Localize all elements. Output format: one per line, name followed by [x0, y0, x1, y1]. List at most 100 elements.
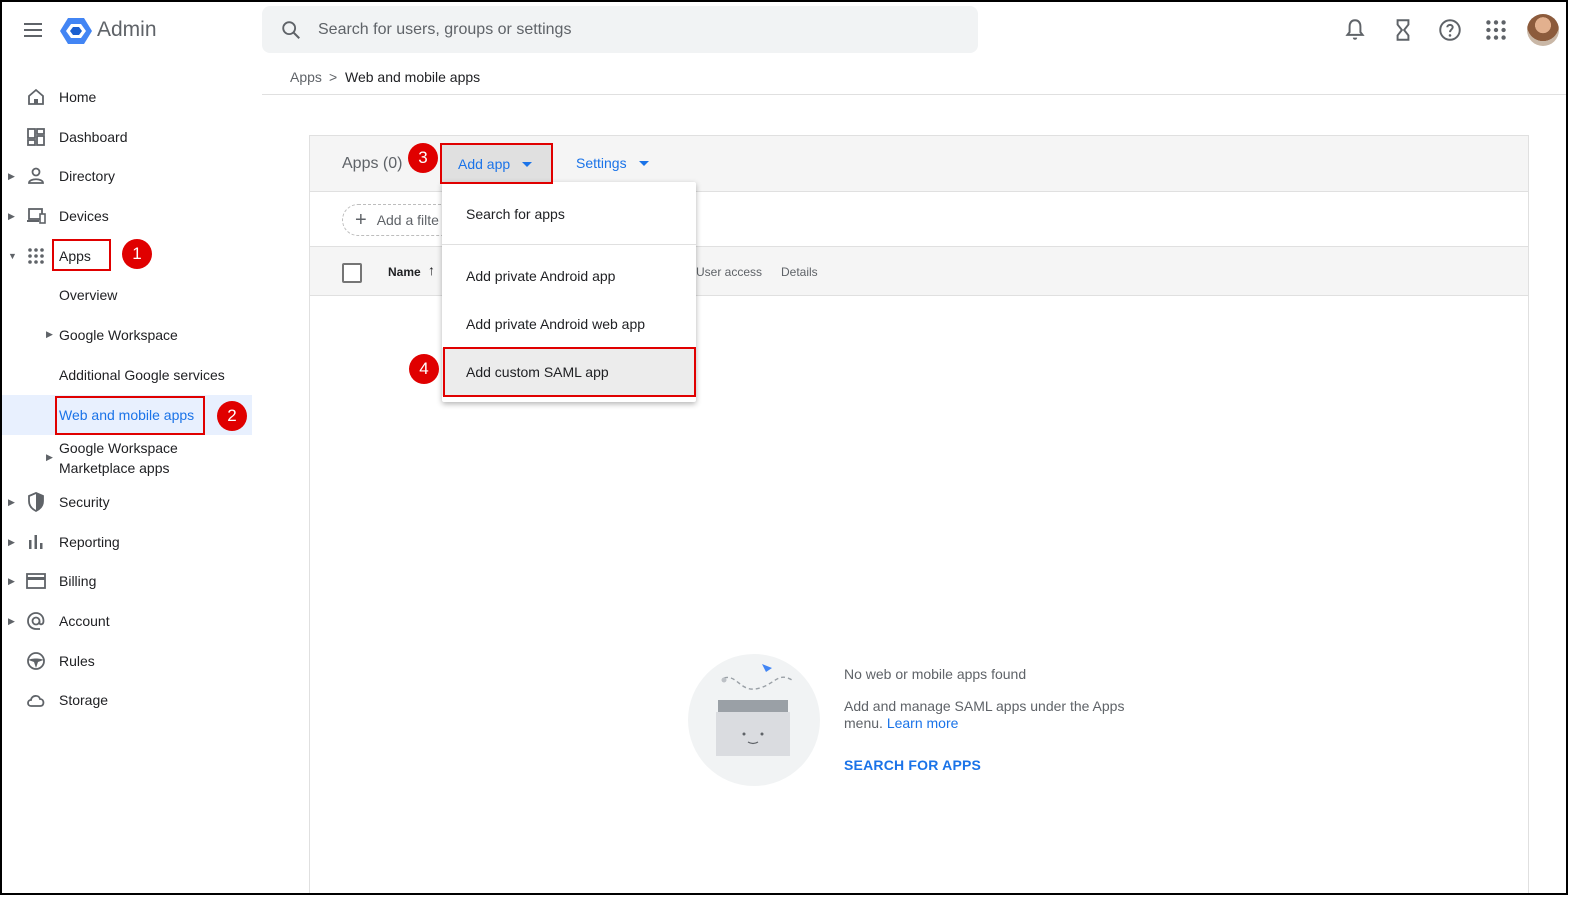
sidebar-item-label: Web and mobile apps	[59, 407, 195, 423]
menu-item-add-private-android-web-app[interactable]: Add private Android web app	[442, 300, 696, 348]
app-title: Admin	[97, 18, 157, 41]
column-header-name[interactable]: Name	[388, 265, 421, 279]
sidebar-item-label-line2: Marketplace apps	[59, 460, 170, 476]
column-header-details[interactable]: Details	[781, 265, 818, 279]
settings-button[interactable]: Settings	[576, 155, 649, 171]
expand-arrow-icon[interactable]: ▶	[46, 452, 53, 463]
apps-grid-icon[interactable]	[1483, 17, 1509, 43]
sidebar-item-home[interactable]: Home	[2, 79, 252, 115]
sidebar-item-label: Home	[59, 89, 97, 105]
sidebar-item-directory[interactable]: ▶ Directory	[2, 158, 252, 194]
annotation-badge-2: 2	[217, 401, 247, 431]
at-sign-icon	[27, 612, 45, 630]
bell-icon[interactable]	[1342, 17, 1368, 43]
sidebar-item-label: Dashboard	[59, 129, 128, 145]
sidebar-item-label: Billing	[59, 573, 97, 589]
sidebar-item-label: Devices	[59, 208, 109, 224]
expand-arrow-icon[interactable]: ▶	[8, 171, 15, 182]
add-filter-label: Add a filte	[376, 212, 439, 228]
add-app-label: Add app	[458, 156, 511, 172]
sidebar-item-rules[interactable]: Rules	[2, 643, 252, 679]
sidebar-subitem-web-mobile-apps[interactable]: Web and mobile apps	[2, 407, 252, 427]
add-app-dropdown-menu: Search for apps Add private Android app …	[442, 182, 696, 402]
bar-chart-icon	[29, 535, 43, 549]
apps-grid-icon	[28, 248, 44, 264]
collapse-arrow-icon[interactable]: ▼	[8, 251, 17, 261]
empty-state-description: Add and manage SAML apps under the Apps …	[844, 698, 1134, 732]
dropdown-caret-icon	[638, 160, 649, 166]
sidebar-item-billing[interactable]: ▶ Billing	[2, 563, 252, 599]
search-bar	[262, 6, 978, 53]
dashboard-icon	[27, 128, 45, 146]
search-icon	[282, 21, 300, 39]
admin-window: Admin Home	[0, 0, 1568, 895]
sidebar-subitem-overview[interactable]: Overview	[2, 287, 252, 307]
search-input[interactable]	[318, 6, 958, 53]
help-icon[interactable]	[1437, 17, 1463, 43]
sidebar-item-label: Overview	[59, 287, 118, 303]
annotation-badge-4: 4	[409, 354, 439, 384]
select-all-checkbox[interactable]	[342, 263, 362, 283]
hamburger-menu-icon[interactable]	[20, 18, 46, 42]
sidebar-item-label: Google Workspace	[59, 327, 178, 343]
avatar[interactable]	[1527, 14, 1559, 46]
header-divider	[262, 94, 1566, 95]
sort-arrow-icon[interactable]: ↑	[428, 262, 435, 278]
menu-divider	[442, 244, 696, 245]
sidebar-item-label: Additional Google services	[59, 367, 225, 383]
person-icon	[28, 167, 44, 184]
cloud-icon	[27, 695, 45, 707]
menu-item-label: Add custom SAML app	[466, 364, 609, 380]
expand-arrow-icon[interactable]: ▶	[8, 576, 15, 587]
plus-icon: +	[355, 208, 367, 231]
sidebar-item-dashboard[interactable]: Dashboard	[2, 119, 252, 155]
settings-label: Settings	[576, 155, 627, 171]
menu-item-label: Add private Android app	[466, 268, 616, 284]
devices-icon	[27, 208, 46, 224]
menu-item-add-custom-saml-app[interactable]: Add custom SAML app	[442, 348, 696, 396]
sidebar-item-label: Storage	[59, 692, 109, 708]
breadcrumb-apps-link[interactable]: Apps	[290, 69, 322, 85]
menu-item-label: Add private Android web app	[466, 316, 646, 332]
credit-card-icon	[26, 573, 46, 589]
column-header-user-access[interactable]: User access	[696, 265, 762, 279]
home-icon	[28, 88, 44, 105]
apps-count-title: Apps (0)	[342, 155, 403, 172]
sidebar-item-label: Reporting	[59, 534, 120, 550]
sidebar-subitem-additional-services[interactable]: Additional Google services	[2, 367, 252, 387]
learn-more-link[interactable]: Learn more	[887, 715, 959, 731]
sidebar-item-security[interactable]: ▶ Security	[2, 484, 252, 520]
sidebar-item-label: Account	[59, 613, 110, 629]
sidebar-item-reporting[interactable]: ▶ Reporting	[2, 524, 252, 560]
menu-item-label: Search for apps	[466, 206, 565, 222]
empty-state-title: No web or mobile apps found	[844, 666, 1027, 682]
expand-arrow-icon[interactable]: ▶	[46, 329, 53, 340]
expand-arrow-icon[interactable]: ▶	[8, 616, 15, 627]
shield-icon	[28, 492, 44, 512]
sidebar-item-label: Security	[59, 494, 110, 510]
dropdown-caret-icon	[522, 161, 533, 167]
sidebar-item-label: Google Workspace	[59, 440, 178, 456]
sidebar-item-label: Directory	[59, 168, 116, 184]
sidebar-item-label: Rules	[59, 653, 95, 669]
hourglass-icon[interactable]	[1390, 17, 1416, 43]
menu-item-add-private-android-app[interactable]: Add private Android app	[442, 252, 696, 300]
search-for-apps-button[interactable]: SEARCH FOR APPS	[844, 757, 981, 773]
steering-wheel-icon	[27, 652, 45, 670]
sidebar-item-storage[interactable]: Storage	[2, 682, 252, 718]
expand-arrow-icon[interactable]: ▶	[8, 211, 15, 222]
admin-logo-icon	[60, 18, 92, 44]
sidebar-item-devices[interactable]: ▶ Devices	[2, 198, 252, 234]
empty-box-illustration	[688, 654, 820, 786]
sidebar-subitem-marketplace-apps[interactable]: ▶ Google Workspace Marketplace apps	[2, 440, 252, 480]
add-app-button[interactable]: Add app	[441, 144, 553, 184]
expand-arrow-icon[interactable]: ▶	[8, 537, 15, 548]
expand-arrow-icon[interactable]: ▶	[8, 497, 15, 508]
sidebar-item-account[interactable]: ▶ Account	[2, 603, 252, 639]
breadcrumb-separator: >	[329, 69, 338, 85]
sidebar-subitem-google-workspace[interactable]: ▶ Google Workspace	[2, 327, 252, 347]
breadcrumb-current: Web and mobile apps	[345, 69, 481, 85]
sidebar-item-label: Apps	[59, 248, 91, 264]
menu-item-search-for-apps[interactable]: Search for apps	[442, 190, 696, 238]
annotation-badge-1: 1	[122, 239, 152, 269]
